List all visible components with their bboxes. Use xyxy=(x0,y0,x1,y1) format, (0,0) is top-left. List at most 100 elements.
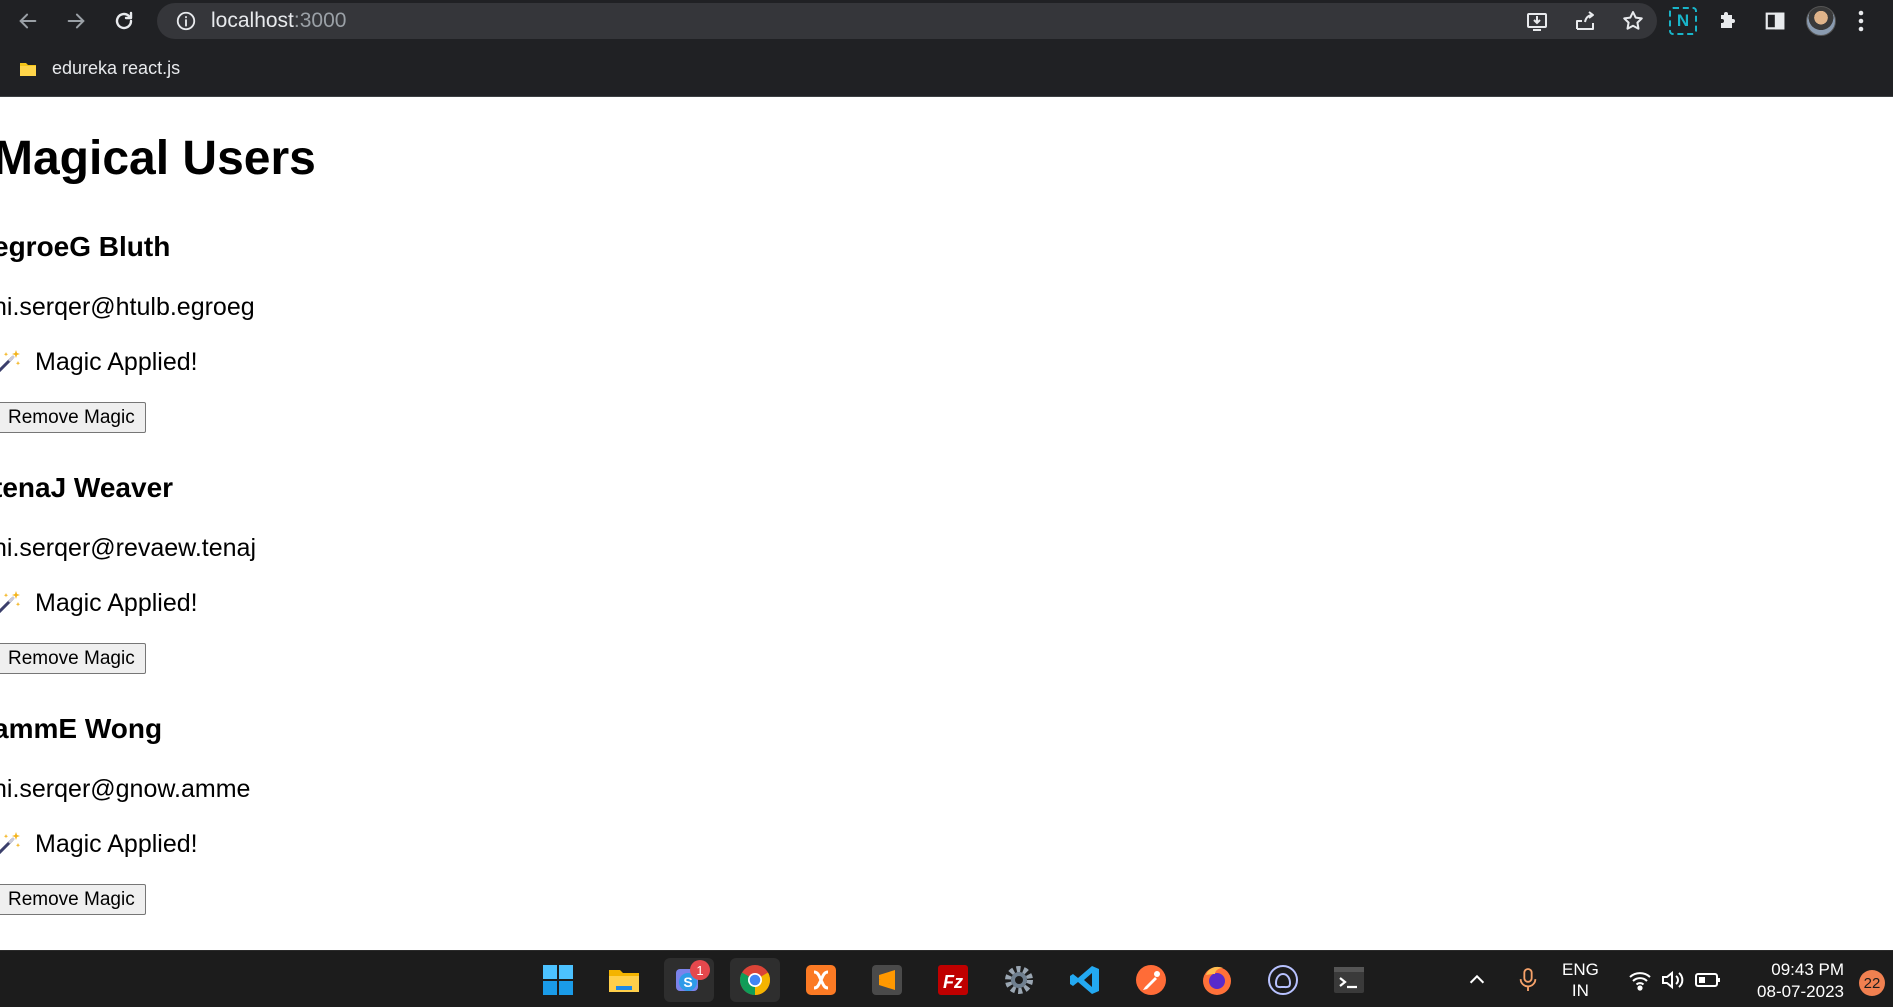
back-button[interactable] xyxy=(4,0,52,41)
clock-date: 08-07-2023 xyxy=(1757,982,1844,1001)
postman-button[interactable] xyxy=(1126,958,1176,1002)
address-bar-actions xyxy=(1513,3,1657,39)
language-line1: ENG xyxy=(1562,959,1599,979)
magic-status: Magic Applied! xyxy=(0,829,198,859)
teams-button[interactable]: S 1 xyxy=(664,958,714,1002)
github-desktop-icon xyxy=(1268,965,1298,995)
page-title: Magical Users xyxy=(0,132,316,185)
user-card: ammE Wong ni.serqer@gnow.amme Magic Appl… xyxy=(0,713,693,950)
magic-status-text: Magic Applied! xyxy=(35,588,198,617)
extension-n-button[interactable]: N xyxy=(1660,0,1706,41)
magic-wand-icon xyxy=(0,350,21,373)
clock[interactable]: 09:43 PM 08-07-2023 xyxy=(1724,959,1844,1003)
notification-badge: 1 xyxy=(690,960,710,980)
xampp-icon xyxy=(806,965,836,995)
bookmark-label: edureka react.js xyxy=(52,58,181,78)
magic-wand-icon xyxy=(0,832,21,855)
start-button[interactable] xyxy=(533,958,583,1002)
firefox-icon xyxy=(1203,966,1231,995)
microphone-indicator[interactable] xyxy=(1517,951,1539,1007)
magic-wand-icon xyxy=(0,591,21,614)
share-icon xyxy=(1576,11,1594,30)
postman-icon xyxy=(1136,965,1166,995)
user-name: ammE Wong xyxy=(0,713,163,744)
side-panel-button[interactable] xyxy=(1752,0,1798,41)
user-name: egroeG Bluth xyxy=(0,231,171,262)
extensions-area: N xyxy=(1660,0,1878,41)
magic-status: Magic Applied! xyxy=(0,347,198,377)
battery-icon xyxy=(1695,972,1720,987)
folder-icon xyxy=(20,62,36,76)
chevron-up-icon xyxy=(1469,974,1485,983)
remove-magic-button[interactable]: Remove Magic xyxy=(0,643,146,674)
vscode-button[interactable] xyxy=(1060,958,1110,1002)
info-icon[interactable] xyxy=(175,10,197,32)
notification-center-badge[interactable]: 22 xyxy=(1859,970,1885,996)
svg-text:S: S xyxy=(683,974,692,990)
user-email: ni.serqer@htulb.egroeg xyxy=(0,293,255,321)
filezilla-button[interactable]: Fz xyxy=(928,958,978,1002)
magic-status: Magic Applied! xyxy=(0,588,198,618)
file-explorer-button[interactable] xyxy=(599,958,649,1002)
arrow-left-icon xyxy=(19,13,37,28)
language-line2: IN xyxy=(1571,980,1589,1000)
microphone-icon xyxy=(1519,967,1537,991)
bookmark-folder-edureka[interactable]: edureka react.js xyxy=(18,58,180,79)
wifi-icon xyxy=(1629,971,1651,991)
profile-button[interactable] xyxy=(1798,0,1844,41)
browser-toolbar: localhost:3000 N xyxy=(0,0,1893,41)
extension-n-icon: N xyxy=(1669,6,1697,35)
start-icon xyxy=(543,965,573,995)
chrome-icon xyxy=(739,965,771,995)
settings-icon xyxy=(1005,966,1033,994)
kebab-menu-icon xyxy=(1858,10,1864,31)
side-panel-icon xyxy=(1765,12,1785,29)
star-icon xyxy=(1623,11,1643,30)
magic-status-text: Magic Applied! xyxy=(35,829,198,858)
tray-overflow-button[interactable] xyxy=(1466,951,1488,1007)
bookmark-star-button[interactable] xyxy=(1609,3,1657,39)
remove-magic-button[interactable]: Remove Magic xyxy=(0,884,146,915)
remove-magic-button[interactable]: Remove Magic xyxy=(0,402,146,433)
url-port: :3000 xyxy=(293,9,347,32)
firefox-button[interactable] xyxy=(1192,958,1242,1002)
clock-time: 09:43 PM xyxy=(1771,960,1844,979)
menu-button[interactable] xyxy=(1844,0,1878,41)
terminal-icon xyxy=(1334,967,1364,993)
user-name: tenaJ Weaver xyxy=(0,472,174,503)
vscode-icon xyxy=(1070,966,1099,994)
magic-status-text: Magic Applied! xyxy=(35,347,198,376)
filezilla-icon: Fz xyxy=(938,965,968,995)
install-icon xyxy=(1527,13,1547,31)
svg-text:Fz: Fz xyxy=(943,972,963,992)
bookmarks-bar: edureka react.js xyxy=(0,41,1893,97)
puzzle-icon xyxy=(1721,11,1735,28)
arrow-right-icon xyxy=(67,13,85,28)
user-email: ni.serqer@gnow.amme xyxy=(0,775,251,803)
github-desktop-button[interactable] xyxy=(1258,958,1308,1002)
url-host: localhost xyxy=(211,9,294,32)
xampp-button[interactable] xyxy=(796,958,846,1002)
file-explorer-icon xyxy=(609,970,639,992)
avatar xyxy=(1806,5,1836,36)
user-card: tenaJ Weaver ni.serqer@revaew.tenaj Magi… xyxy=(0,472,693,712)
settings-button[interactable] xyxy=(994,958,1044,1002)
reload-button[interactable] xyxy=(100,0,148,41)
share-button[interactable] xyxy=(1561,3,1609,39)
chrome-button[interactable] xyxy=(730,958,780,1002)
reload-icon xyxy=(115,11,133,29)
forward-button[interactable] xyxy=(52,0,100,41)
address-bar[interactable]: localhost:3000 xyxy=(157,3,1657,39)
page-viewport: Magical Users egroeG Bluth ni.serqer@htu… xyxy=(0,97,1893,950)
sublime-icon xyxy=(872,965,902,995)
volume-icon xyxy=(1662,970,1684,989)
sublime-button[interactable] xyxy=(862,958,912,1002)
quick-settings-button[interactable] xyxy=(1628,951,1722,1007)
install-app-button[interactable] xyxy=(1513,3,1561,39)
language-indicator[interactable]: ENG IN xyxy=(1562,951,1599,1007)
user-card: egroeG Bluth ni.serqer@htulb.egroeg Magi… xyxy=(0,231,693,471)
extensions-button[interactable] xyxy=(1706,0,1752,41)
taskbar: S 1 Fz ENG IN 09:43 PM 08-07-2023 22 xyxy=(0,950,1893,1007)
terminal-button[interactable] xyxy=(1324,958,1374,1002)
url-text[interactable]: localhost:3000 xyxy=(211,9,346,33)
